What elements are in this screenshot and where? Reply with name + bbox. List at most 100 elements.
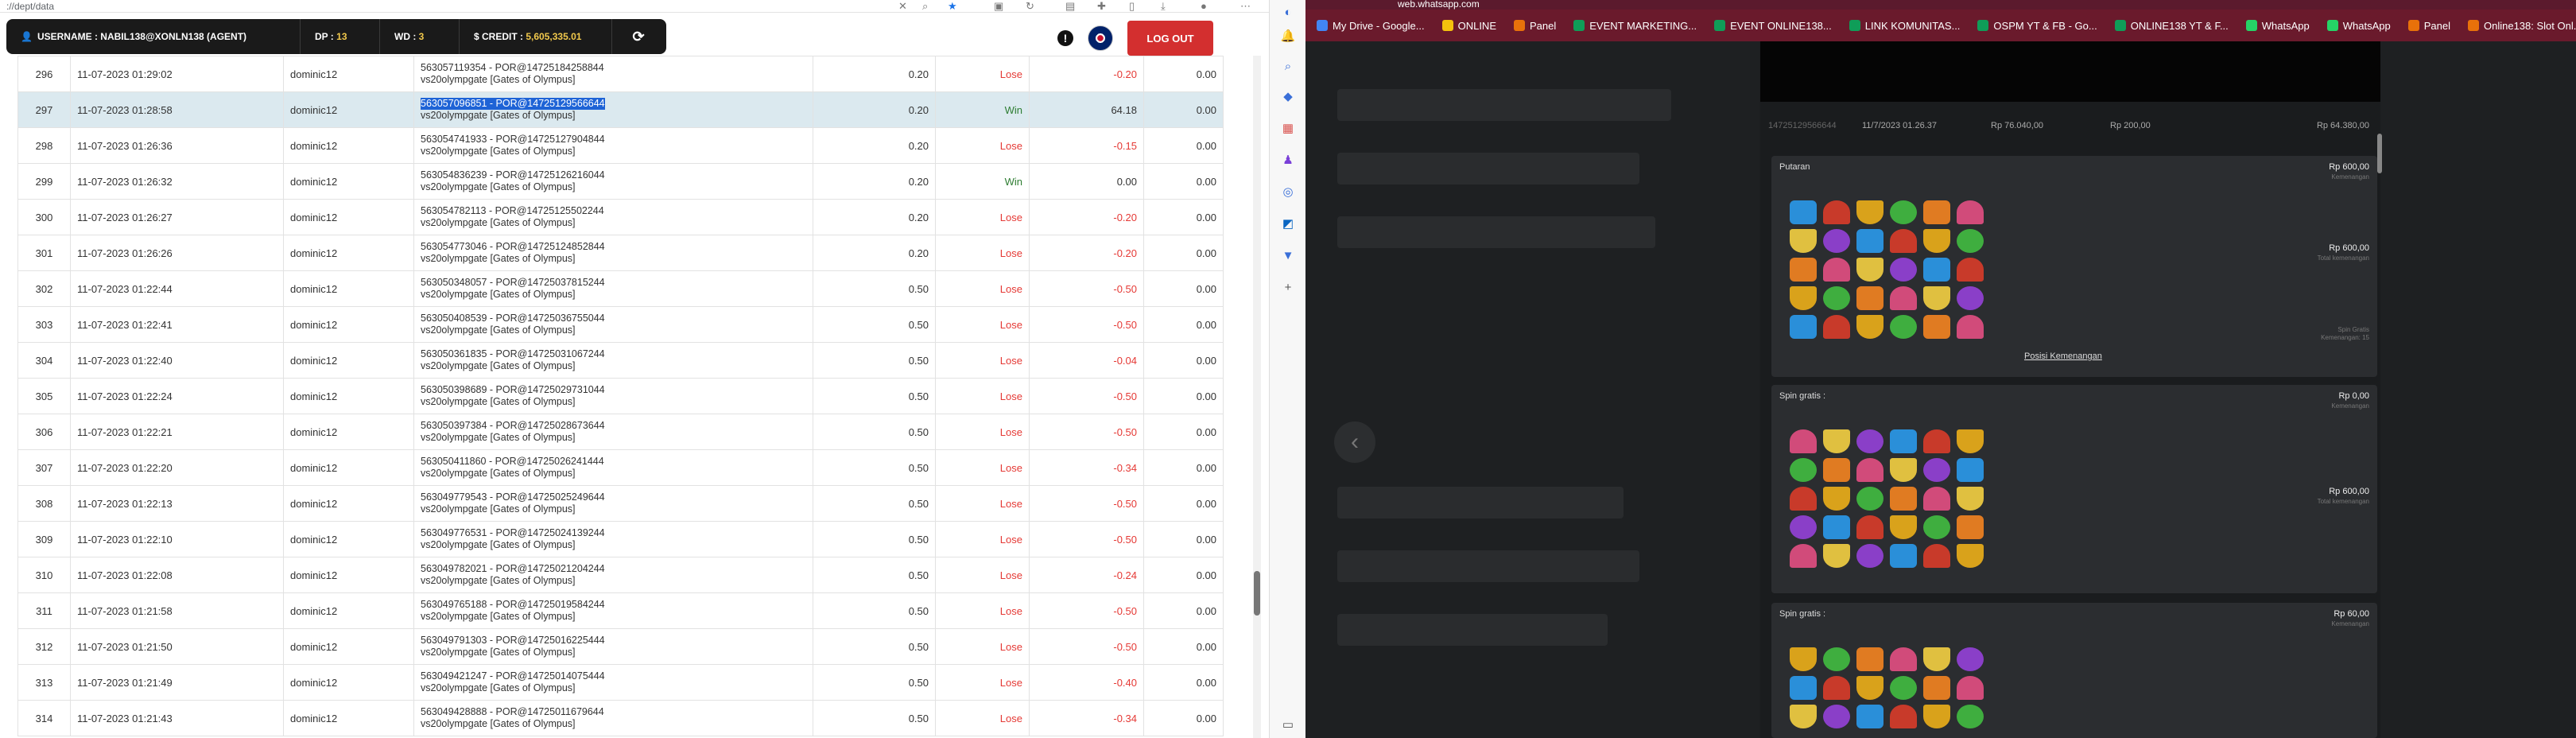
table-row[interactable]: 308 11-07-2023 01:22:13 dominic12 563049779…	[17, 485, 1224, 522]
bookmark-item[interactable]: WhatsApp	[2245, 20, 2310, 32]
transaction-id[interactable]: 563050411860 - POR@14725026241444	[421, 456, 806, 468]
slot-symbol	[1957, 705, 1984, 728]
table-row[interactable]: 303 11-07-2023 01:22:41 dominic12 563050408…	[17, 306, 1224, 343]
bell-icon[interactable]: 🔔	[1279, 27, 1297, 45]
table-row[interactable]: 298 11-07-2023 01:26:36 dominic12 563054741…	[17, 127, 1224, 164]
refresh-icon[interactable]: ↻	[1026, 0, 1034, 13]
table-row[interactable]: 310 11-07-2023 01:22:08 dominic12 563049782…	[17, 557, 1224, 593]
winloss-cell-text: -0.20	[1113, 68, 1137, 80]
transaction-id[interactable]: 563050408539 - POR@14725036755044	[421, 313, 806, 324]
table-row[interactable]: 311 11-07-2023 01:21:58 dominic12 563049765…	[17, 592, 1224, 629]
table-row[interactable]: 297 11-07-2023 01:28:58 dominic12 563057096…	[17, 91, 1224, 128]
table-row[interactable]: 296 11-07-2023 01:29:02 dominic12 563057119…	[17, 56, 1224, 92]
layout-icon[interactable]: ▭	[1279, 716, 1297, 733]
transaction-id[interactable]: 563054836239 - POR@14725126216044	[421, 169, 806, 181]
bookmark-item[interactable]: EVENT ONLINE138...	[1714, 20, 1832, 32]
logout-button[interactable]: LOG OUT	[1127, 21, 1213, 56]
slot-symbol	[1856, 515, 1884, 539]
table-row[interactable]: 307 11-07-2023 01:22:20 dominic12 563050411…	[17, 449, 1224, 486]
table-row[interactable]: 304 11-07-2023 01:22:40 dominic12 563050361…	[17, 342, 1224, 379]
table-row[interactable]: 309 11-07-2023 01:22:10 dominic12 563049776…	[17, 521, 1224, 557]
search-icon[interactable]: ⌕	[1279, 57, 1297, 75]
menu-dots-icon[interactable]: ⋯	[1240, 0, 1251, 13]
bet-info-cell: 563057096851 - POR@14725129566644 vs20oly…	[413, 91, 813, 128]
right-url-text[interactable]: web.whatsapp.com	[1398, 0, 1480, 10]
transaction-id[interactable]: 563049428888 - POR@14725011679644	[421, 706, 806, 718]
close-icon[interactable]: ✕	[898, 0, 907, 13]
table-row[interactable]: 314 11-07-2023 01:21:43 dominic12 563049428…	[17, 700, 1224, 736]
transaction-id[interactable]: 563049791303 - POR@14725016225444	[421, 635, 806, 647]
add-icon[interactable]: +	[1279, 278, 1297, 296]
win-position-link[interactable]: Posisi Kemenangan	[2024, 352, 2102, 361]
puzzle-icon[interactable]: ✚	[1097, 0, 1106, 13]
transaction-id[interactable]: 563049765188 - POR@14725019584244	[421, 599, 806, 611]
card-total-amount: Rp 600,00	[2329, 243, 2369, 253]
bookmark-item[interactable]: OSPM YT & FB - Go...	[1977, 20, 2097, 32]
transaction-id[interactable]: 563049776531 - POR@14725024139244	[421, 527, 806, 539]
transaction-id[interactable]: 563049421247 - POR@14725014075444	[421, 670, 806, 682]
table-row[interactable]: 301 11-07-2023 01:26:26 dominic12 563054773…	[17, 235, 1224, 271]
row-number-cell-text: 306	[35, 425, 53, 438]
balance-cell-text: 0.00	[1196, 354, 1216, 367]
transaction-id[interactable]: 563049782021 - POR@14725021204244	[421, 563, 806, 575]
table-row[interactable]: 299 11-07-2023 01:26:32 dominic12 563054836…	[17, 163, 1224, 200]
sidebar-icon[interactable]: ▯	[1129, 0, 1135, 13]
profile-avatar-icon[interactable]: ●	[1201, 0, 1207, 12]
transaction-id[interactable]: 563054782113 - POR@14725125502244	[421, 205, 806, 217]
info-icon[interactable]: !	[1057, 30, 1073, 46]
bookmark-item[interactable]: Panel	[1514, 20, 1556, 32]
slot-symbol	[1823, 647, 1850, 671]
bookmark-item[interactable]: Panel	[2407, 20, 2450, 32]
bookmark-item[interactable]: My Drive - Google...	[1317, 20, 1425, 32]
download-icon[interactable]: ⤓	[1161, 0, 1166, 13]
bookmark-item[interactable]: ONLINE	[1441, 20, 1496, 32]
url-text[interactable]: ://dept/data	[6, 1, 54, 12]
transaction-id[interactable]: 563050398689 - POR@14725029731044	[421, 384, 806, 396]
history-scrollbar-thumb[interactable]	[2377, 134, 2382, 173]
transaction-id[interactable]: 563054773046 - POR@14725124852844	[421, 241, 806, 253]
bookmark-item[interactable]: Online138: Slot Onl...	[2468, 20, 2576, 32]
bookmark-star-icon[interactable]: ★	[948, 0, 957, 13]
tag-icon[interactable]: ◆	[1279, 87, 1297, 105]
spin-card-free-1: Spin gratis : Rp 0,00 Kemenangan Rp 600,…	[1771, 385, 2377, 593]
extension-icon[interactable]: ▣	[994, 0, 1003, 13]
username-cell-text: dominic12	[290, 390, 338, 402]
username-cell: dominic12	[283, 592, 414, 629]
games-icon[interactable]: ♟	[1279, 151, 1297, 169]
search-icon[interactable]: ⌕	[922, 0, 928, 13]
copilot-icon[interactable]: ◐	[1279, 3, 1297, 21]
username-cell: dominic12	[283, 270, 414, 307]
outlook-icon[interactable]: ◩	[1279, 215, 1297, 232]
balance-cell: 0.00	[1143, 378, 1224, 414]
address-bar[interactable]: ://dept/data ✕ ⌕ ★ ▣ ↻ ▤ ✚ ▯ ⤓ ● ⋯	[0, 0, 1305, 13]
vertical-scrollbar[interactable]	[1253, 56, 1261, 738]
bookmark-item[interactable]: LINK KOMUNITAS...	[1849, 20, 1960, 32]
table-row[interactable]: 302 11-07-2023 01:22:44 dominic12 563050348…	[17, 270, 1224, 307]
tab-icon[interactable]: ▤	[1065, 0, 1075, 13]
table-row[interactable]: 312 11-07-2023 01:21:50 dominic12 563049791…	[17, 628, 1224, 665]
table-row[interactable]: 313 11-07-2023 01:21:49 dominic12 563049421…	[17, 664, 1224, 701]
bookmark-item[interactable]: EVENT MARKETING...	[1573, 20, 1697, 32]
table-row[interactable]: 300 11-07-2023 01:26:27 dominic12 563054782…	[17, 199, 1224, 235]
transaction-id[interactable]: 563050397384 - POR@14725028673644	[421, 420, 806, 432]
scrollbar-thumb[interactable]	[1254, 571, 1260, 616]
uk-flag-icon[interactable]	[1088, 25, 1113, 51]
bookmark-item[interactable]: WhatsApp	[2326, 20, 2391, 32]
transaction-id[interactable]: 563054741933 - POR@14725127904844	[421, 134, 806, 146]
briefcase-icon[interactable]: ▦	[1279, 119, 1297, 137]
transaction-id[interactable]: 563057096851 - POR@14725129566644	[421, 98, 605, 110]
cycle-icon[interactable]: ◎	[1279, 183, 1297, 200]
summary-win: Rp 200,00	[2110, 121, 2151, 130]
transaction-id[interactable]: 563050361835 - POR@14725031067244	[421, 348, 806, 360]
table-row[interactable]: 306 11-07-2023 01:22:21 dominic12 563050397…	[17, 414, 1224, 450]
bookmark-item[interactable]: ONLINE138 YT & F...	[2114, 20, 2229, 32]
refresh-credit-icon[interactable]: ⟳	[612, 19, 665, 54]
slot-symbol	[1790, 647, 1817, 671]
transaction-id[interactable]: 563050348057 - POR@14725037815244	[421, 277, 806, 289]
transaction-id[interactable]: 563057119354 - POR@14725184258844	[421, 62, 806, 74]
cart-icon[interactable]: ▼	[1279, 247, 1297, 264]
game-name: vs20olympgate [Gates of Olympus]	[421, 575, 576, 586]
chevron-left-icon[interactable]: ‹	[1334, 421, 1375, 463]
table-row[interactable]: 305 11-07-2023 01:22:24 dominic12 563050398…	[17, 378, 1224, 414]
transaction-id[interactable]: 563049779543 - POR@14725025249644	[421, 491, 806, 503]
